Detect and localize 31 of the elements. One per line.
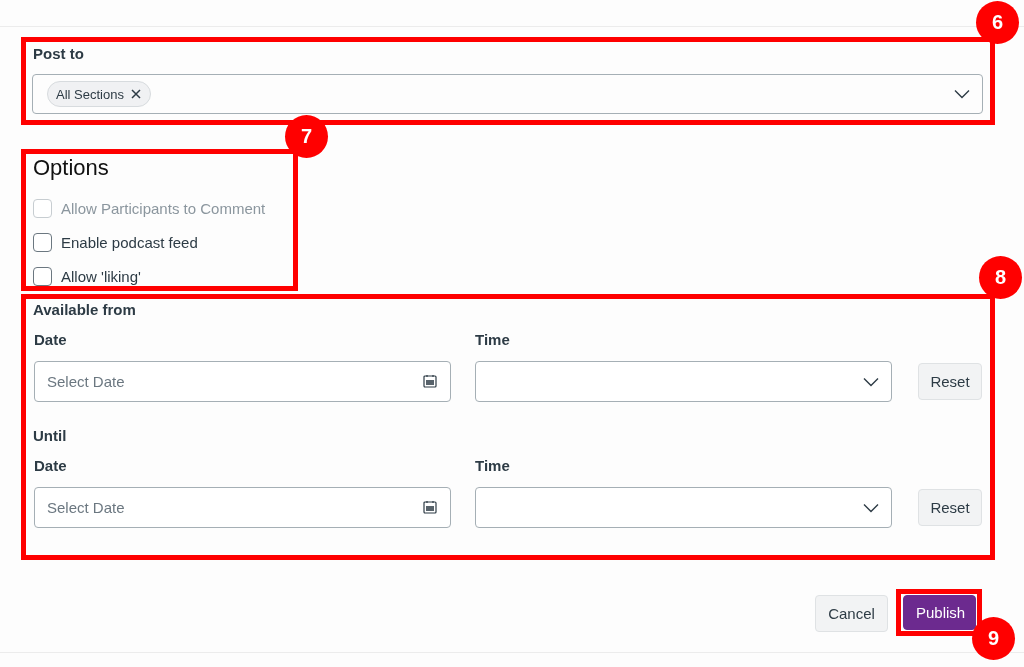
group-heading: Available from (33, 301, 137, 319)
remove-icon[interactable] (130, 89, 141, 99)
reset-button[interactable]: Reset (918, 363, 982, 400)
chevron-down-icon (954, 89, 970, 99)
callout-badge: 7 (285, 115, 328, 158)
calendar-icon (423, 500, 437, 514)
checkbox-label: Allow Participants to Comment (61, 199, 266, 217)
date-field[interactable]: Select Date (34, 487, 451, 528)
checkbox[interactable] (33, 266, 52, 286)
chevron-down-icon (863, 376, 879, 387)
section-tag[interactable]: All Sections (47, 81, 151, 107)
post-to-select[interactable]: All Sections (32, 74, 983, 114)
callout-badge: 6 (976, 1, 1019, 44)
calendar-icon (423, 374, 437, 388)
field-label: Date (34, 331, 68, 349)
section-heading: Options (33, 155, 110, 181)
checkbox-label: Enable podcast feed (61, 233, 198, 251)
chevron-down-icon (863, 502, 879, 513)
date-field[interactable]: Select Date (34, 361, 451, 402)
field-label: Date (34, 457, 68, 475)
checkbox-label: Allow 'liking' (61, 267, 141, 285)
publish-button[interactable]: Publish (903, 595, 976, 630)
field-label: Time (475, 331, 511, 349)
callout-badge: 8 (979, 256, 1022, 299)
reset-button[interactable]: Reset (918, 489, 982, 526)
field-label: Time (475, 457, 511, 475)
cancel-button[interactable]: Cancel (815, 595, 888, 632)
field-label: Post to (33, 45, 85, 63)
checkbox[interactable] (33, 232, 52, 252)
callout-badge: 9 (972, 617, 1015, 660)
group-heading: Until (33, 427, 68, 445)
